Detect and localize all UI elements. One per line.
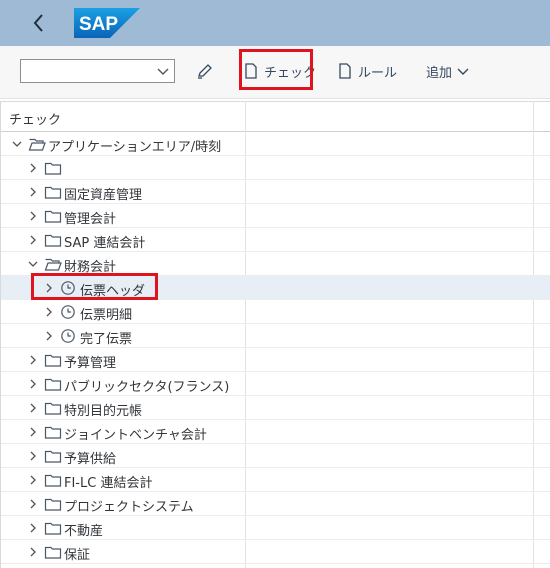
tree-row[interactable]: 不動産 — [1, 516, 550, 540]
chevron-right-icon[interactable] — [27, 545, 39, 563]
tree-row-label: 伝票明細 — [80, 308, 133, 323]
tree-row[interactable] — [1, 156, 550, 180]
tree-row-label: 管理会計 — [64, 212, 117, 227]
chevron-right-icon[interactable] — [27, 449, 39, 467]
chevron-right-icon[interactable] — [27, 353, 39, 371]
tree-row-label: プロジェクトシステム — [64, 500, 194, 515]
tree-row[interactable]: 固定資産管理 — [1, 180, 550, 204]
tree-row-label: パブリックセクタ(フランス) — [64, 380, 230, 395]
open-folder-icon — [44, 256, 62, 276]
shell-bar: SAP — [0, 0, 550, 46]
folder-icon — [44, 352, 62, 372]
rule-button[interactable]: ルール — [338, 54, 397, 88]
folder-icon — [44, 520, 62, 540]
tree-row[interactable]: パブリックセクタ(フランス) — [1, 372, 550, 396]
chevron-right-icon[interactable] — [27, 521, 39, 539]
chevron-down-icon[interactable] — [27, 257, 39, 275]
tree-row[interactable]: 財務会計 — [1, 252, 550, 276]
edit-pencil-button[interactable] — [196, 54, 220, 88]
tree-row-label: アプリケーションエリア/時刻 — [48, 140, 222, 155]
tree-row[interactable]: ジョイントベンチャ会計 — [1, 420, 550, 444]
check-button-label: チェック — [264, 65, 317, 81]
tree-grid: チェック アプリケーションエリア/時刻固定資産管理 管理会計 SAP 連結会計 財務会… — [0, 101, 550, 568]
tree-row-label: 完了伝票 — [80, 332, 133, 347]
folder-icon — [44, 232, 62, 252]
chevron-down-icon — [457, 68, 469, 75]
chevron-right-icon[interactable] — [43, 281, 55, 299]
tree-row[interactable]: FI-LC 連結会計 — [1, 468, 550, 492]
tree-row[interactable]: 特別目的元帳 — [1, 396, 550, 420]
folder-icon — [44, 160, 62, 180]
chevron-right-icon[interactable] — [27, 473, 39, 491]
tree-row[interactable]: 伝票ヘッダ — [1, 276, 550, 300]
add-menu-label: 追加 — [426, 65, 453, 81]
tree-row-label: 予算管理 — [64, 356, 117, 371]
tree-row[interactable]: プロジェクトシステム — [1, 492, 550, 516]
pencil-icon — [198, 64, 212, 79]
tree-row-label: 特別目的元帳 — [64, 404, 143, 419]
back-icon[interactable] — [28, 10, 50, 36]
tree-row-label: 伝票ヘッダ — [80, 284, 146, 299]
folder-icon — [44, 496, 62, 516]
tree-row-label: 保証 — [64, 548, 91, 563]
tree-row-label: ジョイントベンチャ会計 — [64, 428, 207, 443]
folder-icon — [44, 184, 62, 204]
tree-row-label: 財務会計 — [64, 260, 117, 275]
document-icon — [245, 63, 257, 79]
tree-row[interactable]: 保証 — [1, 540, 550, 564]
chevron-right-icon[interactable] — [27, 377, 39, 395]
sap-logo: SAP — [74, 8, 140, 38]
chevron-right-icon[interactable] — [43, 329, 55, 347]
tree-row-label: SAP 連結会計 — [64, 236, 146, 251]
chevron-right-icon[interactable] — [27, 185, 39, 203]
chevron-down-icon[interactable] — [11, 137, 23, 155]
folder-icon — [44, 544, 62, 564]
folder-icon — [44, 472, 62, 492]
chevron-right-icon[interactable] — [27, 401, 39, 419]
folder-icon — [44, 448, 62, 468]
chevron-down-icon — [157, 68, 169, 75]
tree-row[interactable]: SAP 連結会計 — [1, 228, 550, 252]
chevron-right-icon[interactable] — [27, 233, 39, 251]
chevron-right-icon[interactable] — [27, 161, 39, 179]
tree-row[interactable]: 伝票明細 — [1, 300, 550, 324]
chevron-right-icon[interactable] — [27, 425, 39, 443]
sap-logo-text: SAP — [79, 14, 118, 35]
chevron-right-icon[interactable] — [43, 305, 55, 323]
chevron-right-icon[interactable] — [27, 209, 39, 227]
clock-icon — [60, 328, 76, 348]
folder-icon — [44, 400, 62, 420]
rule-button-label: ルール — [358, 65, 398, 81]
grid-header: チェック — [1, 101, 550, 132]
toolbar: チェック ルール 追加 — [0, 46, 550, 99]
clock-icon — [60, 304, 76, 324]
tree-row-label: 不動産 — [64, 524, 104, 539]
tree-row[interactable]: 管理会計 — [1, 204, 550, 228]
chevron-right-icon[interactable] — [27, 497, 39, 515]
open-folder-icon — [28, 136, 46, 156]
tree-row[interactable]: 完了伝票 — [1, 324, 550, 348]
variant-select[interactable] — [20, 59, 175, 83]
folder-icon — [44, 376, 62, 396]
tree-row-label: 固定資産管理 — [64, 188, 143, 203]
tree-row[interactable]: 予算管理 — [1, 348, 550, 372]
document-icon — [339, 63, 351, 79]
tree-row-label: FI-LC 連結会計 — [64, 476, 153, 491]
add-menu-button[interactable]: 追加 — [426, 54, 476, 88]
column-header-check[interactable]: チェック — [9, 109, 61, 128]
check-button[interactable]: チェック — [244, 54, 316, 88]
clock-icon — [60, 280, 76, 300]
folder-icon — [44, 424, 62, 444]
tree-row-label: 予算供給 — [64, 452, 117, 467]
tree-row[interactable]: アプリケーションエリア/時刻 — [1, 132, 550, 156]
tree-row[interactable]: 予算供給 — [1, 444, 550, 468]
folder-icon — [44, 208, 62, 228]
